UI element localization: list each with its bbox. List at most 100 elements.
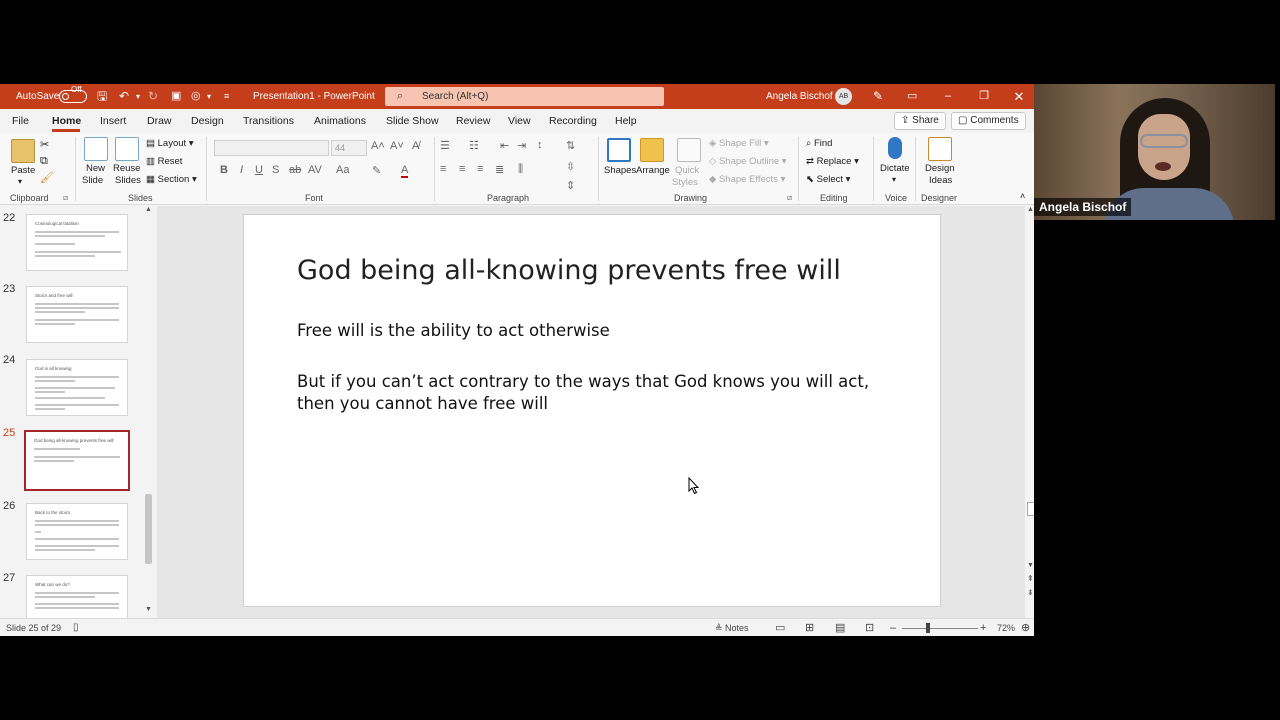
line-spacing-icon[interactable]: ↕ (537, 139, 543, 151)
tab-design[interactable]: Design (191, 109, 224, 133)
tab-slide-show[interactable]: Slide Show (386, 109, 439, 133)
design-ideas-label-2[interactable]: Ideas (929, 175, 952, 186)
microphone-icon[interactable] (888, 137, 902, 159)
record-dropdown-icon[interactable]: ▾ (207, 84, 211, 109)
restore-icon[interactable]: ❐ (974, 84, 994, 109)
reuse-label-1[interactable]: Reuse (113, 163, 140, 174)
columns-icon[interactable]: ⫼ (518, 163, 523, 176)
autosave-toggle[interactable]: Off (59, 85, 87, 103)
arrange-label[interactable]: Arrange (636, 165, 670, 176)
new-slide-label-1[interactable]: New (86, 163, 105, 174)
format-painter-icon[interactable]: 🖌 (40, 171, 54, 184)
reset-button[interactable]: ▥ Reset (146, 156, 182, 167)
notes-button[interactable]: ≜ Notes (715, 619, 749, 636)
zoom-in-icon[interactable]: + (980, 619, 986, 636)
change-case-icon[interactable]: Aa (336, 164, 349, 176)
scroll-up-icon[interactable]: ▲ (1027, 206, 1034, 213)
tab-animations[interactable]: Animations (314, 109, 366, 133)
search-box[interactable]: ⌕ Search (Alt+Q) (385, 87, 664, 106)
ribbon-display-icon[interactable]: ▭ (907, 84, 917, 109)
select-button[interactable]: ⬉ Select ▾ (806, 174, 850, 185)
scroll-up-icon[interactable]: ▲ (145, 206, 152, 213)
close-icon[interactable]: ✕ (1009, 84, 1029, 109)
customize-toolbar-icon[interactable]: ≡ (224, 84, 229, 109)
tab-help[interactable]: Help (615, 109, 637, 133)
zoom-slider-thumb[interactable] (926, 623, 930, 633)
slide-thumbnail-selected[interactable]: God being all-knowing prevents free will (24, 430, 130, 491)
increase-font-icon[interactable]: A˄ (371, 140, 385, 152)
slide-sorter-icon[interactable]: ⊞ (805, 619, 814, 636)
cut-icon[interactable]: ✂ (40, 138, 49, 151)
strikethrough-icon[interactable]: ab (289, 164, 301, 176)
reuse-label-2[interactable]: Slides (115, 175, 141, 186)
slide-paragraph-1[interactable]: Free will is the ability to act otherwis… (297, 320, 610, 342)
new-slide-icon[interactable] (84, 137, 108, 161)
tab-file[interactable]: File (12, 109, 29, 133)
normal-view-icon[interactable]: ▭ (775, 619, 785, 636)
user-avatar[interactable]: AB (835, 88, 852, 105)
shape-outline-button[interactable]: ◇ Shape Outline ▾ (709, 156, 787, 167)
slide-thumbnail[interactable]: Back to the stoics (26, 503, 128, 560)
design-ideas-icon[interactable] (928, 137, 952, 161)
shapes-label[interactable]: Shapes (604, 165, 636, 176)
align-left-icon[interactable]: ≡ (440, 163, 446, 175)
slide-paragraph-2-line-1[interactable]: But if you can’t act contrary to the way… (297, 371, 869, 393)
dictate-dropdown-icon[interactable]: ▾ (892, 175, 896, 184)
slide-scrollbar[interactable]: ▲ ▼ ⇞ ⇟ (1025, 206, 1034, 618)
align-center-icon[interactable]: ≡ (459, 163, 465, 175)
current-slide[interactable]: God being all-knowing prevents free will… (243, 214, 941, 607)
save-icon[interactable]: 🖫 (97, 84, 107, 109)
decrease-font-icon[interactable]: A˅ (390, 140, 404, 152)
slide-title[interactable]: God being all-knowing prevents free will (297, 255, 841, 286)
fit-slide-icon[interactable]: ⊕ (1021, 619, 1030, 636)
underline-icon[interactable]: U (255, 164, 263, 176)
tab-review[interactable]: Review (456, 109, 490, 133)
numbering-icon[interactable]: ☷ (469, 139, 479, 152)
dictate-label[interactable]: Dictate (880, 163, 910, 174)
paste-dropdown-icon[interactable]: ▾ (18, 177, 22, 186)
comments-button[interactable]: ▢ Comments (951, 112, 1026, 130)
arrange-icon[interactable] (640, 138, 664, 162)
font-color-icon[interactable]: A (401, 164, 409, 178)
sort-icon[interactable]: ⇅ (566, 139, 575, 152)
shapes-icon[interactable] (607, 138, 631, 162)
tab-recording[interactable]: Recording (549, 109, 597, 133)
tab-insert[interactable]: Insert (100, 109, 126, 133)
zoom-slider[interactable] (902, 628, 978, 629)
spacing-icon[interactable]: AV (308, 164, 322, 176)
undo-dropdown-icon[interactable]: ▾ (136, 84, 140, 109)
replace-button[interactable]: ⇄ Replace ▾ (806, 156, 859, 167)
highlight-icon[interactable]: ✎ (372, 164, 381, 177)
quick-styles-icon[interactable] (677, 138, 701, 162)
slide-thumbnail[interactable]: Cosmological fatalism (26, 214, 128, 271)
present-icon[interactable]: ▣ (171, 84, 181, 109)
bold-icon[interactable]: B (220, 164, 228, 176)
user-name[interactable]: Angela Bischof (766, 84, 833, 109)
drawing-launcher-icon[interactable]: ⧄ (787, 193, 792, 203)
tab-draw[interactable]: Draw (147, 109, 172, 133)
shadow-icon[interactable]: S (272, 164, 279, 176)
italic-icon[interactable]: I (240, 164, 243, 176)
previous-slide-icon[interactable]: ⇞ (1027, 574, 1034, 583)
justify-icon[interactable]: ≣ (495, 163, 504, 176)
align-right-icon[interactable]: ≡ (477, 163, 483, 175)
slide-thumbnail[interactable]: Stoics and free will (26, 286, 128, 343)
decrease-indent-icon[interactable]: ⇤ (500, 139, 509, 152)
layout-button[interactable]: ▤ Layout ▾ (146, 138, 194, 149)
copy-icon[interactable]: ⧉ (40, 155, 48, 168)
paste-icon[interactable] (11, 139, 35, 163)
slide-paragraph-2-line-2[interactable]: then you cannot have free will (297, 393, 548, 415)
slide-thumbnail[interactable]: God is all knowing (26, 359, 128, 416)
clear-format-icon[interactable]: A̸ (412, 140, 419, 152)
zoom-out-icon[interactable]: – (890, 619, 896, 636)
tab-transitions[interactable]: Transitions (243, 109, 294, 133)
paste-label[interactable]: Paste (11, 165, 35, 176)
text-direction-icon[interactable]: ⇳ (566, 160, 575, 173)
section-button[interactable]: ▦ Section ▾ (146, 174, 197, 185)
collapse-ribbon-icon[interactable]: ˄ (1020, 191, 1025, 201)
thumbnail-scrollbar[interactable]: ▲ ▼ (144, 206, 153, 616)
accessibility-icon[interactable]: ▯ (73, 619, 79, 636)
clipboard-launcher-icon[interactable]: ⧄ (63, 193, 68, 203)
quick-styles-label-2[interactable]: Styles (672, 177, 698, 188)
pen-icon[interactable]: ✎ (873, 84, 883, 109)
